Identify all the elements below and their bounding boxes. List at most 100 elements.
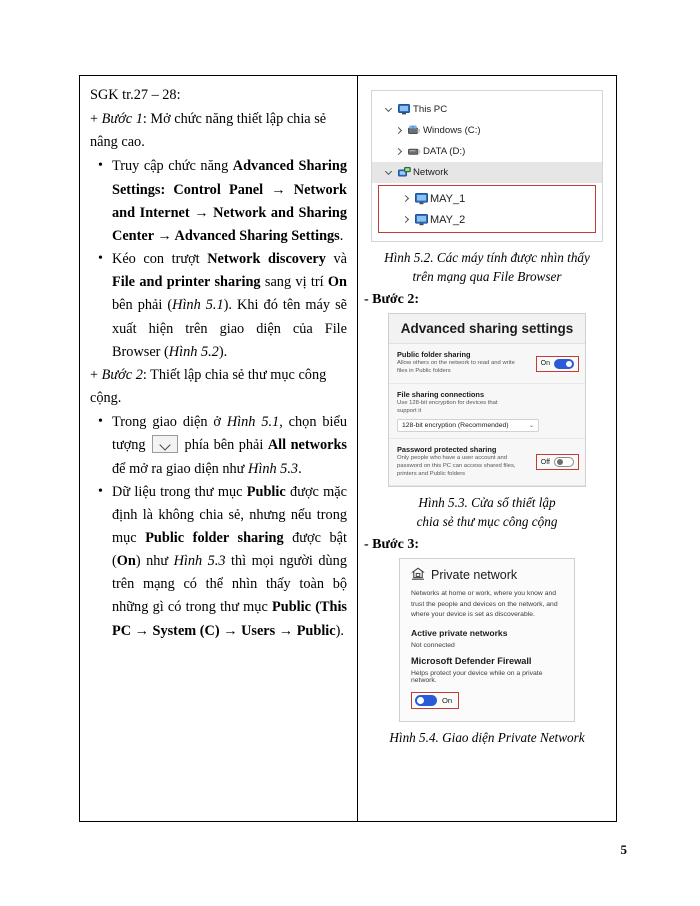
b2-text-3: sang vị trí — [260, 274, 328, 291]
chevron-right-icon[interactable] — [399, 217, 412, 222]
b3-text-4: để mở ra giao diện như — [112, 460, 249, 477]
section-description: Use 128-bit encryption for devices that … — [397, 400, 498, 415]
chevron-right-icon[interactable] — [392, 128, 405, 133]
panel-title: Private network — [431, 568, 518, 583]
tree-row-may-2[interactable]: MAY_2 — [379, 209, 595, 230]
toggle-label: On — [442, 696, 453, 705]
b2-text-1: Kéo con trượt — [112, 251, 208, 268]
toggle-label: On — [540, 360, 550, 368]
defender-firewall-description: Helps protect your device while on a pri… — [411, 670, 543, 684]
figure-5-3-caption: Hình 5.3. Cửa sổ thiết lập chia sẻ thư m… — [364, 493, 610, 531]
toggle-switch[interactable] — [554, 457, 574, 468]
toggle-label: Off — [540, 458, 550, 466]
chevron-right-icon[interactable] — [399, 196, 412, 201]
section-file-sharing-connections: File sharing connections Use 128-bit enc… — [389, 384, 585, 440]
toggle-switch[interactable] — [415, 695, 437, 706]
figure-ref-53: Hình 5.3 — [248, 460, 299, 477]
arrow-icon: → — [153, 227, 175, 244]
select-value: 128-bit encryption (Recommended) — [402, 422, 509, 430]
step1-label: Bước 1 — [101, 111, 143, 128]
step-2-bullets: Trong giao diện ở Hình 5.1, chọn biểu tư… — [90, 411, 347, 643]
toggle-knob — [566, 360, 572, 367]
b2-text-4: bên phải ( — [112, 297, 173, 314]
arrow-icon: → — [131, 622, 153, 639]
b3-bold-1: All networks — [267, 437, 347, 454]
public-folder-sharing-toggle-group[interactable]: On — [535, 355, 579, 372]
defender-firewall-heading: Microsoft Defender Firewall — [411, 656, 532, 666]
firewall-toggle-group[interactable]: On — [411, 692, 460, 709]
chevron-down-icon[interactable]: ⌄ — [529, 422, 534, 429]
tree-label: Network — [413, 167, 449, 178]
step1-prefix: + — [90, 111, 102, 128]
b4-bold-1: Public — [246, 483, 286, 500]
list-item: Dữ liệu trong thư mục Public được mặc đị… — [90, 481, 347, 643]
document-page: SGK tr.27 – 28: + Bước 1: Mở chức năng t… — [0, 0, 700, 906]
tree-row-data-d[interactable]: DATA (D:) — [372, 141, 602, 162]
section-description: Only people who have a user account and … — [397, 455, 516, 478]
figure-5-2-file-browser: This PC Windows (C:) DATA (D:) Network M… — [371, 90, 603, 242]
arrow-icon: → — [275, 622, 297, 639]
tree-row-may-1[interactable]: MAY_1 — [379, 188, 595, 209]
source-reference: SGK tr.27 – 28: — [90, 87, 181, 103]
panel-title: Advanced sharing settings — [389, 314, 585, 345]
chevron-down-icon — [152, 435, 179, 454]
b1-text-1: Truy cập chức năng — [112, 158, 233, 175]
figure-5-4-private-network: Private network Networks at home or work… — [399, 558, 575, 722]
tree-row-network[interactable]: Network — [372, 162, 602, 183]
b3-text-3: phía bên phải — [180, 437, 268, 454]
b4-text-6: ). — [335, 622, 344, 639]
chevron-right-icon[interactable] — [392, 149, 405, 154]
encryption-select[interactable]: 128-bit encryption (Recommended) ⌄ — [397, 419, 539, 433]
list-item: Truy cập chức năng Advanced Sharing Sett… — [90, 155, 347, 248]
panel-title-row: Private network — [411, 567, 563, 583]
monitor-icon — [412, 213, 430, 226]
step-2-heading: + Bước 2: Thiết lập chia sẻ thư mục công… — [90, 364, 347, 410]
b1-bold-4: Advanced Sharing Settings — [174, 227, 340, 244]
figure-5-2-caption: Hình 5.2. Các máy tính được nhìn thấy tr… — [364, 248, 610, 286]
left-column: SGK tr.27 – 28: + Bước 1: Mở chức năng t… — [80, 76, 358, 821]
arrow-icon: → — [263, 181, 294, 198]
list-item: Kéo con trượt Network discovery và File … — [90, 248, 347, 364]
b2-bold-2: File and printer sharing — [112, 274, 261, 291]
network-icon — [395, 167, 413, 178]
section-public-folder-sharing: Public folder sharing Allow others on th… — [389, 344, 585, 385]
figure-ref-53: Hình 5.3 — [173, 553, 226, 570]
network-computers-highlight: MAY_1 MAY_2 — [378, 185, 596, 233]
b3-text-5: . — [298, 460, 302, 477]
private-network-icon — [411, 567, 425, 583]
toggle-knob — [557, 459, 563, 466]
content-table: SGK tr.27 – 28: + Bước 1: Mở chức năng t… — [79, 75, 617, 822]
figure-5-4-caption: Hình 5.4. Giao diện Private Network — [389, 730, 585, 745]
chevron-down-icon[interactable] — [382, 106, 395, 113]
tree-label: Windows (C:) — [423, 125, 481, 136]
tree-row-windows-c[interactable]: Windows (C:) — [372, 120, 602, 141]
chevron-down-icon[interactable] — [382, 169, 395, 176]
toggle-switch[interactable] — [554, 358, 574, 369]
b4-text-4: ) như — [135, 553, 174, 570]
password-protected-sharing-toggle-group[interactable]: Off — [535, 454, 579, 471]
b2-bold-3: On — [327, 274, 347, 291]
step-1-heading: + Bước 1: Mở chức năng thiết lập chia sẻ… — [90, 108, 347, 154]
tree-row-this-pc[interactable]: This PC — [372, 99, 602, 120]
tree-label: This PC — [413, 104, 448, 115]
active-private-networks-value: Not connected — [411, 642, 455, 649]
drive-icon — [405, 146, 423, 157]
caption-line-2: trên mạng qua File Browser — [412, 269, 562, 285]
b4-text-1: Dữ liệu trong thư mục — [112, 483, 247, 500]
b2-bold-1: Network discovery — [207, 251, 326, 268]
caption-line-1: Hình 5.2. Các máy tính được nhìn thấy — [384, 250, 590, 265]
tree-label: MAY_1 — [430, 192, 466, 205]
section-heading: File sharing connections — [397, 390, 485, 400]
step2-prefix: + — [90, 366, 102, 383]
figure-ref-52: Hình 5.2 — [168, 343, 219, 360]
b3-text-1: Trong giao diện ở — [112, 414, 227, 431]
b1-text-2: . — [339, 227, 344, 244]
page-number: 5 — [620, 842, 628, 857]
section-description: Allow others on the network to read and … — [397, 360, 515, 375]
step-3-marker: - Bước 3: — [364, 537, 420, 553]
tree-label: DATA (D:) — [423, 146, 466, 157]
figure-5-3-advanced-sharing-settings: Advanced sharing settings Public folder … — [388, 313, 586, 488]
step2-label: Bước 2 — [101, 366, 143, 383]
section-heading: Password protected sharing — [397, 445, 497, 455]
b4-bold-6: Users — [241, 622, 276, 639]
